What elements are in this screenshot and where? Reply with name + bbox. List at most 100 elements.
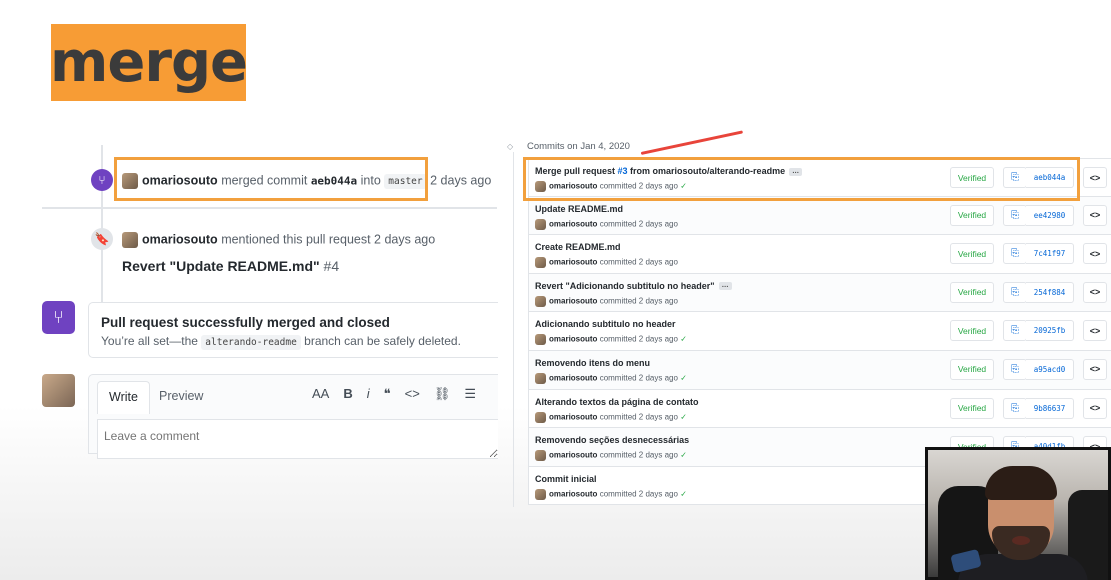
italic-icon[interactable]: i [367, 386, 370, 402]
avatar[interactable] [535, 218, 546, 230]
commit-author[interactable]: omariosouto [549, 451, 597, 460]
avatar[interactable] [535, 181, 546, 192]
merged-notice-after: branch can be safely deleted. [304, 334, 461, 348]
verified-badge[interactable]: Verified [950, 358, 994, 380]
list-icon[interactable]: ☰ [464, 386, 476, 402]
check-icon[interactable]: ✓ [680, 489, 687, 498]
commit-author[interactable]: omariosouto [549, 258, 597, 267]
comment-input[interactable] [97, 419, 498, 459]
reference-event-user[interactable]: omariosouto [142, 232, 218, 246]
avatar[interactable] [535, 488, 546, 500]
commit-meta: omariosouto committed 2 days ago [535, 257, 678, 269]
commit-author[interactable]: omariosouto [549, 374, 597, 383]
commit-message-text[interactable]: Adicionando subtitulo no header [535, 319, 676, 329]
avatar[interactable] [122, 232, 138, 248]
commit-message[interactable]: Revert "Adicionando subtitulo no header"… [535, 281, 732, 291]
commit-author[interactable]: omariosouto [549, 182, 597, 191]
commit-message-text[interactable]: Revert "Adicionando subtitulo no header" [535, 281, 715, 291]
heading-icon[interactable]: AA [312, 386, 329, 402]
bold-icon[interactable]: B [343, 386, 352, 402]
merge-event-user[interactable]: omariosouto [142, 173, 218, 187]
merge-commit-link[interactable]: aeb044a [311, 174, 357, 187]
commit-message-text[interactable]: Merge pull request [535, 166, 618, 176]
commit-author[interactable]: omariosouto [549, 412, 597, 421]
clipboard-icon[interactable]: ⎘ [1003, 204, 1027, 226]
commit-message[interactable]: Removendo itens do menu [535, 358, 650, 368]
browse-code-button[interactable]: <> [1083, 281, 1107, 303]
avatar[interactable] [535, 334, 546, 346]
commit-row: Merge pull request #3 from omariosouto/a… [528, 158, 1111, 197]
commit-sha-link[interactable]: 254f884 [1026, 281, 1074, 303]
commit-author[interactable]: omariosouto [549, 296, 597, 305]
clipboard-icon[interactable]: ⎘ [1003, 397, 1027, 419]
referenced-pr-number[interactable]: #4 [324, 258, 340, 274]
avatar[interactable] [535, 295, 546, 307]
commit-author[interactable]: omariosouto [549, 489, 597, 498]
commit-message[interactable]: Removendo seções desnecessárias [535, 435, 689, 445]
commit-sha-link[interactable]: 9b86637 [1026, 397, 1074, 419]
commit-author[interactable]: omariosouto [549, 335, 597, 344]
commit-message-text[interactable]: Update README.md [535, 204, 623, 214]
avatar[interactable] [535, 372, 546, 384]
commit-message-text[interactable]: Removendo itens do menu [535, 358, 650, 368]
commit-sha-link[interactable]: ee42980 [1026, 204, 1074, 226]
commit-sha-link[interactable]: aeb044a [1026, 167, 1074, 188]
commit-message-text[interactable]: Create README.md [535, 242, 621, 252]
expand-message-button[interactable]: … [718, 282, 732, 291]
commit-message-text[interactable]: Alterando textos da página de contato [535, 397, 699, 407]
avatar[interactable] [122, 173, 138, 189]
verified-badge[interactable]: Verified [950, 167, 994, 188]
commit-sha-link[interactable]: a95acd0 [1026, 358, 1074, 380]
commit-sha-link[interactable]: 7c41f97 [1026, 243, 1074, 265]
commit-pr-link[interactable]: #3 [618, 166, 628, 176]
verified-badge[interactable]: Verified [950, 243, 994, 265]
commit-author[interactable]: omariosouto [549, 219, 597, 228]
referenced-pr-title[interactable]: Revert "Update README.md" [122, 258, 320, 274]
referenced-pr[interactable]: Revert "Update README.md" #4 [122, 258, 339, 274]
browse-code-button[interactable]: <> [1083, 358, 1107, 380]
merged-notice-title: Pull request successfully merged and clo… [101, 315, 390, 330]
browse-code-button[interactable]: <> [1083, 167, 1107, 188]
clipboard-icon[interactable]: ⎘ [1003, 281, 1027, 303]
clipboard-icon[interactable]: ⎘ [1003, 167, 1027, 188]
commit-message[interactable]: Update README.md [535, 204, 623, 214]
commit-message[interactable]: Adicionando subtitulo no header [535, 319, 676, 329]
verified-badge[interactable]: Verified [950, 320, 994, 342]
code-icon[interactable]: <> [405, 386, 420, 402]
clipboard-icon[interactable]: ⎘ [1003, 243, 1027, 265]
check-icon[interactable]: ✓ [680, 374, 687, 383]
browse-code-button[interactable]: <> [1083, 320, 1107, 342]
check-icon[interactable]: ✓ [680, 182, 687, 191]
commit-sha-link[interactable]: 20925fb [1026, 320, 1074, 342]
expand-message-button[interactable]: … [789, 167, 803, 176]
commit-message-text[interactable]: Removendo seções desnecessárias [535, 435, 689, 445]
merge-branch-link[interactable]: master [384, 174, 427, 190]
avatar[interactable] [535, 257, 546, 269]
clipboard-icon[interactable]: ⎘ [1003, 358, 1027, 380]
check-icon[interactable]: ✓ [680, 412, 687, 421]
commit-message[interactable]: Alterando textos da página de contato [535, 397, 699, 407]
commit-message-text[interactable]: Commit inicial [535, 474, 597, 484]
commit-message[interactable]: Merge pull request #3 from omariosouto/a… [535, 166, 803, 176]
tab-write[interactable]: Write [97, 381, 150, 414]
avatar[interactable] [535, 450, 546, 462]
verified-badge[interactable]: Verified [950, 397, 994, 419]
merge-event-time[interactable]: 2 days ago [430, 173, 491, 187]
commit-message-rest[interactable]: from omariosouto/alterando-readme [628, 166, 785, 176]
avatar[interactable] [42, 374, 75, 407]
browse-code-button[interactable]: <> [1083, 204, 1107, 226]
commit-message[interactable]: Create README.md [535, 242, 621, 252]
commit-message[interactable]: Commit inicial [535, 474, 597, 484]
tab-preview[interactable]: Preview [148, 381, 214, 411]
link-icon[interactable]: ⛓ [434, 386, 451, 402]
browse-code-button[interactable]: <> [1083, 243, 1107, 265]
browse-code-button[interactable]: <> [1083, 397, 1107, 419]
check-icon[interactable]: ✓ [680, 335, 687, 344]
verified-badge[interactable]: Verified [950, 204, 994, 226]
avatar[interactable] [535, 411, 546, 423]
verified-badge[interactable]: Verified [950, 281, 994, 303]
merged-notice-before: You’re all set—the [101, 334, 198, 348]
check-icon[interactable]: ✓ [680, 451, 687, 460]
quote-icon[interactable]: ❝ [384, 386, 391, 402]
clipboard-icon[interactable]: ⎘ [1003, 320, 1027, 342]
